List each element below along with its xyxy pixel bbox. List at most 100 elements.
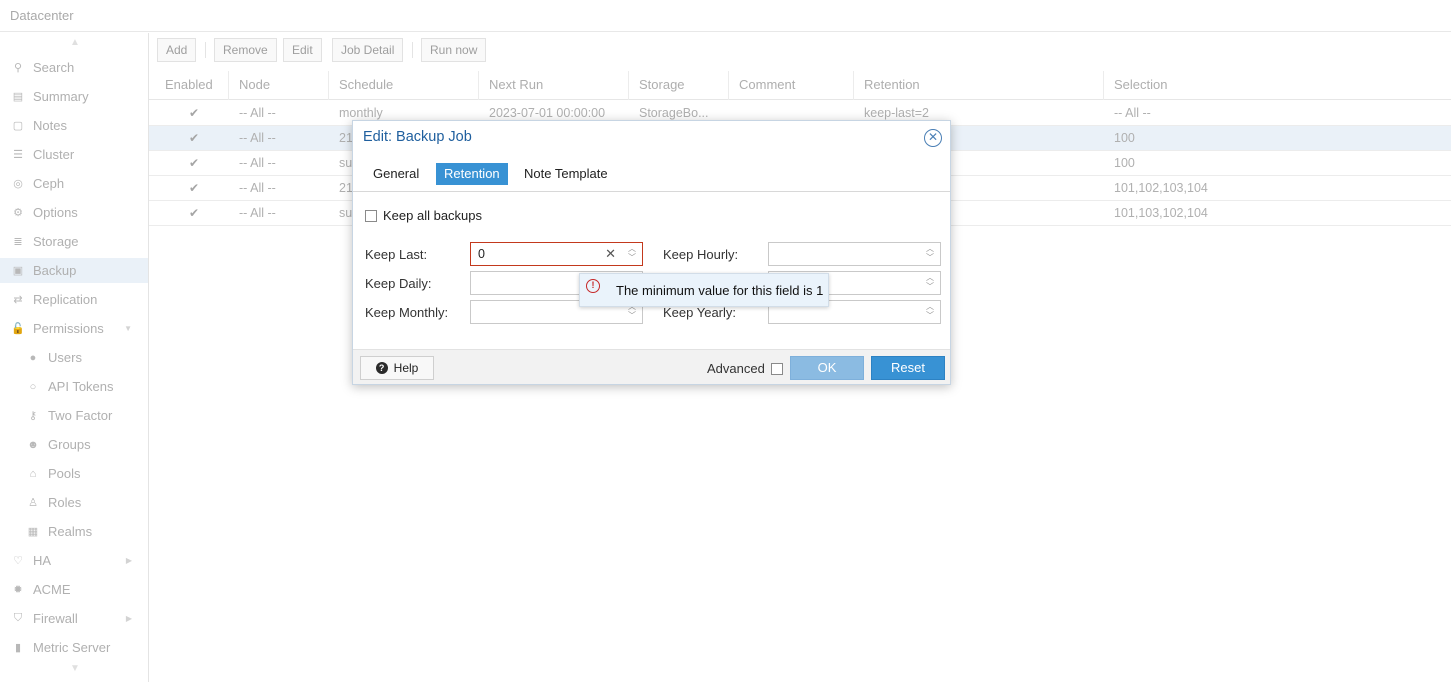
keep-all-backups-option[interactable]: Keep all backups bbox=[365, 208, 482, 223]
sidebar-item-api-tokens[interactable]: ○ API Tokens bbox=[0, 374, 148, 399]
note-icon: ▢ bbox=[12, 120, 24, 132]
sidebar-item-two-factor[interactable]: ⚷ Two Factor bbox=[0, 403, 148, 428]
check-icon: ✔ bbox=[189, 181, 200, 195]
sidebar-item-notes[interactable]: ▢ Notes bbox=[0, 113, 148, 138]
tab-retention[interactable]: Retention bbox=[436, 163, 508, 185]
sidebar-item-ha[interactable]: ♡ HA ▶ bbox=[0, 548, 148, 573]
sidebar-item-label: Options bbox=[33, 205, 78, 220]
expand-right-icon[interactable]: ▶ bbox=[126, 556, 132, 565]
toolbar-separator bbox=[412, 42, 413, 58]
sidebar-item-label: Summary bbox=[33, 89, 89, 104]
keep-all-backups-checkbox[interactable] bbox=[365, 209, 377, 222]
edit-button[interactable]: Edit bbox=[283, 38, 322, 62]
sidebar-item-label: Realms bbox=[48, 524, 93, 539]
spinner-icon[interactable]: ︿﹀ bbox=[924, 273, 936, 293]
advanced-option[interactable]: Advanced bbox=[707, 361, 783, 376]
tab-note-template[interactable]: Note Template bbox=[516, 163, 616, 185]
column-selection[interactable]: Selection bbox=[1104, 71, 1451, 100]
keep-hourly-field[interactable]: ︿ ﹀ bbox=[768, 242, 941, 266]
error-icon: ! bbox=[586, 279, 600, 293]
column-storage[interactable]: Storage bbox=[629, 71, 729, 100]
validation-message: The minimum value for this field is 1 bbox=[616, 283, 824, 298]
sidebar-item-label: Backup bbox=[33, 263, 77, 278]
sidebar-item-metric-server[interactable]: ▮ Metric Server bbox=[0, 635, 148, 660]
add-button[interactable]: Add bbox=[157, 38, 197, 62]
run-now-button[interactable]: Run now bbox=[421, 38, 487, 62]
keep-all-backups-label: Keep all backups bbox=[383, 208, 483, 223]
database-icon: ≣ bbox=[13, 236, 23, 248]
sidebar-item-firewall[interactable]: ⛉ Firewall ▶ bbox=[0, 606, 148, 631]
grid-header: Enabled Node Schedule Next Run Storage C… bbox=[149, 71, 1451, 100]
edit-backup-job-dialog: Edit: Backup Job ✕ General Retention Not… bbox=[352, 120, 951, 385]
expand-right-icon[interactable]: ▶ bbox=[126, 614, 132, 623]
remove-button[interactable]: Remove bbox=[214, 38, 277, 62]
sidebar-item-groups[interactable]: ☻ Groups bbox=[0, 432, 148, 457]
sidebar-item-realms[interactable]: ▦ Realms bbox=[0, 519, 148, 544]
sidebar-item-options[interactable]: ⚙ Options bbox=[0, 200, 148, 225]
book-icon: ▤ bbox=[12, 91, 24, 103]
sidebar-item-permissions[interactable]: 🔓 Permissions ▼ bbox=[0, 316, 148, 341]
cell-node: -- All -- bbox=[239, 106, 276, 120]
sidebar-item-label: Roles bbox=[48, 495, 82, 510]
sidebar-item-roles[interactable]: ♙ Roles bbox=[0, 490, 148, 515]
spinner-icon[interactable]: ︿﹀ bbox=[924, 244, 936, 264]
check-icon: ✔ bbox=[189, 206, 200, 220]
cell-selection: 100 bbox=[1114, 131, 1135, 145]
sidebar-item-label: Storage bbox=[33, 234, 79, 249]
dialog-tabbar: General Retention Note Template bbox=[353, 161, 950, 192]
clear-icon[interactable]: ✕ bbox=[605, 246, 616, 262]
column-node[interactable]: Node bbox=[229, 71, 329, 100]
users-icon: ☻ bbox=[27, 438, 39, 451]
question-icon: ? bbox=[375, 362, 388, 374]
cell-node: -- All -- bbox=[239, 131, 276, 145]
advanced-checkbox[interactable] bbox=[770, 362, 783, 375]
column-enabled[interactable]: Enabled bbox=[155, 71, 229, 100]
sidebar-item-users[interactable]: ● Users bbox=[0, 345, 148, 370]
validation-tooltip: ! The minimum value for this field is 1 bbox=[579, 273, 829, 307]
sidebar-item-summary[interactable]: ▤ Summary bbox=[0, 84, 148, 109]
sidebar-item-pools[interactable]: ⌂ Pools bbox=[0, 461, 148, 486]
reset-button[interactable]: Reset bbox=[871, 356, 945, 380]
user-outline-icon: ○ bbox=[29, 380, 37, 393]
sidebar-item-ceph[interactable]: ◎ Ceph bbox=[0, 171, 148, 196]
gear-icon: ⚙ bbox=[13, 207, 23, 219]
sidebar-item-label: Users bbox=[48, 350, 82, 365]
cell-selection: -- All -- bbox=[1114, 106, 1151, 120]
sidebar-item-label: Metric Server bbox=[33, 640, 111, 655]
keep-last-field[interactable]: 0 ✕ ︿ ﹀ bbox=[470, 242, 643, 266]
sidebar-item-label: ACME bbox=[33, 582, 71, 597]
sidebar-item-search[interactable]: ⚲ Search bbox=[0, 55, 148, 80]
keep-last-value: 0 bbox=[478, 247, 485, 261]
floppy-icon: ▣ bbox=[12, 265, 24, 277]
spinner-icon[interactable]: ︿﹀ bbox=[626, 244, 638, 264]
column-schedule[interactable]: Schedule bbox=[329, 71, 479, 100]
help-button[interactable]: ? Help bbox=[360, 356, 434, 380]
sidebar-item-label: Firewall bbox=[33, 611, 78, 626]
scroll-up-icon[interactable]: ▲ bbox=[68, 37, 82, 48]
sidebar-item-label: Replication bbox=[33, 292, 98, 307]
top-header: Datacenter bbox=[0, 0, 1451, 32]
sidebar-item-acme[interactable]: ✹ ACME bbox=[0, 577, 148, 602]
server-icon: ☰ bbox=[13, 149, 23, 161]
male-icon: ♙ bbox=[28, 497, 38, 509]
sidebar-item-label: Notes bbox=[33, 118, 67, 133]
cell-node: -- All -- bbox=[239, 181, 276, 195]
expand-down-icon[interactable]: ▼ bbox=[124, 324, 132, 333]
ceph-icon: ◎ bbox=[13, 178, 23, 190]
column-comment[interactable]: Comment bbox=[729, 71, 854, 100]
column-retention[interactable]: Retention bbox=[854, 71, 1104, 100]
sidebar-item-replication[interactable]: ⇄ Replication bbox=[0, 287, 148, 312]
sidebar-item-backup[interactable]: ▣ Backup bbox=[0, 258, 148, 283]
ok-button[interactable]: OK bbox=[790, 356, 864, 380]
sidebar-item-cluster[interactable]: ☰ Cluster bbox=[0, 142, 148, 167]
scroll-down-icon[interactable]: ▼ bbox=[68, 663, 82, 674]
tab-general[interactable]: General bbox=[365, 163, 427, 185]
close-icon[interactable]: ✕ bbox=[924, 129, 942, 147]
job-detail-button[interactable]: Job Detail bbox=[332, 38, 404, 62]
retweet-icon: ⇄ bbox=[13, 294, 23, 306]
column-next-run[interactable]: Next Run bbox=[479, 71, 629, 100]
sidebar: ▲ ⚲ Search ▤ Summary ▢ Notes ☰ Cluster ◎ Ceph ⚙ Opt… bbox=[0, 33, 149, 682]
sidebar-item-storage[interactable]: ≣ Storage bbox=[0, 229, 148, 254]
spinner-icon[interactable]: ︿﹀ bbox=[924, 302, 936, 322]
cell-node: -- All -- bbox=[239, 206, 276, 220]
